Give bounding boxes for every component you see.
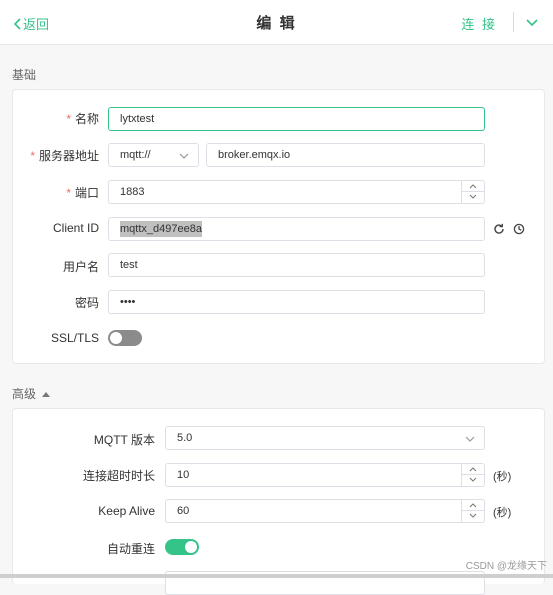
advanced-section-title[interactable]: 高级 bbox=[12, 385, 51, 402]
keepalive-label: Keep Alive bbox=[98, 504, 155, 518]
mqtt-version-select[interactable]: 5.0 bbox=[165, 426, 485, 450]
port-label: * 端口 bbox=[66, 186, 99, 200]
username-label: 用户名 bbox=[62, 260, 99, 274]
timeout-label: 连接超时时长 bbox=[82, 469, 155, 483]
decrement-button[interactable] bbox=[462, 511, 484, 522]
chevron-down-icon[interactable] bbox=[523, 13, 541, 31]
auto-reconnect-label: 自动重连 bbox=[106, 542, 155, 556]
username-input[interactable]: test bbox=[108, 253, 485, 277]
client-id-input[interactable]: mqttx_d497ee8a bbox=[108, 217, 485, 241]
chevron-down-icon bbox=[469, 477, 477, 482]
chevron-down-icon bbox=[469, 194, 477, 199]
toggle-knob bbox=[110, 332, 122, 344]
port-stepper[interactable] bbox=[461, 181, 484, 203]
increment-button[interactable] bbox=[462, 181, 484, 192]
header-divider bbox=[513, 12, 514, 32]
header-bar: 返回 编 辑 连 接 bbox=[0, 0, 553, 45]
auto-reconnect-toggle[interactable] bbox=[165, 539, 199, 555]
watermark: CSDN @龙缘天下 bbox=[465, 561, 547, 572]
client-id-label: Client ID bbox=[52, 221, 99, 235]
protocol-value: mqtt:// bbox=[120, 149, 151, 161]
name-input[interactable]: lytxtest bbox=[108, 107, 485, 131]
clock-icon[interactable] bbox=[513, 223, 525, 235]
port-value: 1883 bbox=[120, 186, 145, 198]
decrement-button[interactable] bbox=[462, 192, 484, 203]
timeout-unit: (秒) bbox=[493, 471, 512, 483]
decrement-button[interactable] bbox=[462, 475, 484, 486]
keepalive-value: 60 bbox=[177, 505, 190, 517]
toggle-knob bbox=[185, 541, 197, 553]
chevron-down-icon bbox=[179, 153, 189, 159]
keepalive-unit: (秒) bbox=[493, 507, 512, 519]
chevron-down-icon bbox=[469, 513, 477, 518]
timeout-input[interactable]: 10 bbox=[165, 463, 485, 487]
increment-button[interactable] bbox=[462, 464, 484, 475]
keepalive-stepper[interactable] bbox=[461, 500, 484, 522]
client-id-value: mqttx_d497ee8a bbox=[120, 221, 202, 237]
chevron-down-icon bbox=[465, 436, 475, 442]
mqtt-version-label: MQTT 版本 bbox=[93, 433, 155, 447]
mqtt-version-value: 5.0 bbox=[177, 432, 193, 444]
password-label: 密码 bbox=[74, 296, 99, 310]
caret-up-icon bbox=[42, 391, 51, 397]
horizontal-scrollbar[interactable] bbox=[0, 574, 553, 578]
name-label: * 名称 bbox=[66, 112, 99, 126]
required-asterisk: * bbox=[66, 112, 71, 126]
timeout-stepper[interactable] bbox=[461, 464, 484, 486]
server-label: * 服务器地址 bbox=[30, 149, 99, 163]
connect-button[interactable]: 连 接 bbox=[461, 14, 497, 33]
password-input[interactable]: •••• bbox=[108, 290, 485, 314]
required-asterisk: * bbox=[30, 149, 35, 163]
basic-section-title: 基础 bbox=[12, 68, 37, 82]
required-asterisk: * bbox=[66, 186, 71, 200]
refresh-icon[interactable] bbox=[493, 223, 505, 235]
increment-button[interactable] bbox=[462, 500, 484, 511]
ssl-toggle[interactable] bbox=[108, 330, 142, 346]
chevron-up-icon bbox=[469, 184, 477, 189]
ssl-label: SSL/TLS bbox=[50, 331, 99, 345]
port-input[interactable]: 1883 bbox=[108, 180, 485, 204]
chevron-up-icon bbox=[469, 503, 477, 508]
timeout-value: 10 bbox=[177, 469, 190, 481]
basic-card: * 名称 lytxtest * 服务器地址 mqtt:// broker.emqx.… bbox=[12, 89, 545, 364]
keepalive-input[interactable]: 60 bbox=[165, 499, 485, 523]
protocol-select[interactable]: mqtt:// bbox=[108, 143, 199, 167]
host-input[interactable]: broker.emqx.io bbox=[206, 143, 485, 167]
chevron-up-icon bbox=[469, 467, 477, 472]
